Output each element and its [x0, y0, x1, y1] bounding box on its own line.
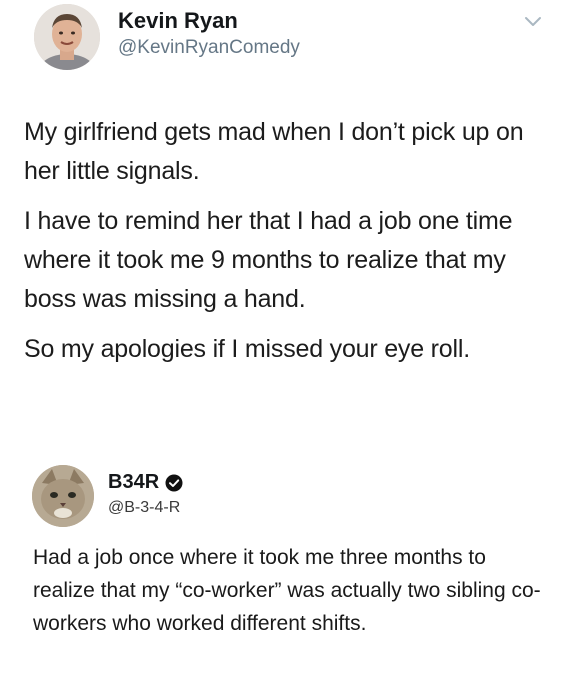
reply-avatar[interactable]: [32, 465, 94, 527]
person-photo-icon: [34, 4, 100, 70]
author-handle[interactable]: @KevinRyanComedy: [118, 37, 300, 59]
tweet-card: Kevin Ryan @KevinRyanComedy My girlfrien…: [0, 0, 563, 462]
reply-name-row: B34R: [108, 471, 183, 494]
reply-body: Had a job once where it took me three mo…: [33, 546, 541, 635]
reply-tweet: B34R @B-3-4-R Had a job once where it to…: [0, 462, 563, 693]
tweet-paragraph: I have to remind her that I had a job on…: [24, 207, 513, 313]
author-avatar[interactable]: [34, 4, 100, 70]
author-name[interactable]: Kevin Ryan: [118, 8, 238, 34]
tweet-paragraph: So my apologies if I missed your eye rol…: [24, 335, 470, 363]
verified-check-icon: [165, 474, 183, 491]
cat-photo-icon: [32, 465, 94, 527]
reply-author-handle[interactable]: @B-3-4-R: [108, 499, 180, 517]
tweet-paragraph: My girlfriend gets mad when I don’t pick…: [24, 118, 524, 185]
tweet-body: My girlfriend gets mad when I don’t pick…: [24, 113, 554, 380]
chevron-down-icon[interactable]: [523, 14, 543, 28]
reply-author-name[interactable]: B34R: [108, 471, 159, 494]
